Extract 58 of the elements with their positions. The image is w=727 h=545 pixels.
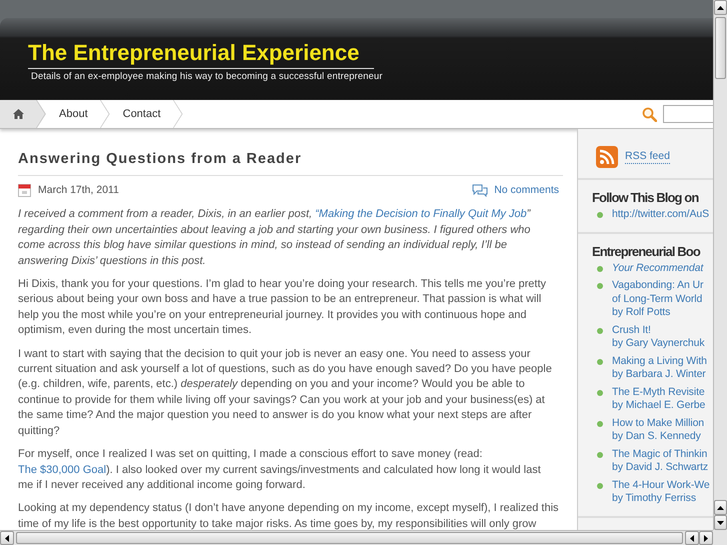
sidebar-link[interactable]: Vagabonding: An Ur of Long-Term World by Rolf Potts — [612, 279, 704, 320]
home-tab[interactable] — [0, 100, 46, 128]
comments-link[interactable]: No comments — [494, 183, 559, 198]
sidebar-link[interactable]: The Magic of Thinkin by David J. Schwartz — [612, 448, 708, 474]
bullet-icon — [597, 452, 603, 458]
bullet-icon — [597, 420, 603, 426]
bullet-icon — [597, 482, 603, 488]
right-triangle-icon — [704, 534, 708, 542]
chevron-divider-icon — [172, 100, 183, 128]
scroll-left-button[interactable] — [0, 531, 14, 545]
bullet-icon — [597, 358, 603, 364]
post-date: March 17th, 2011 — [38, 183, 119, 198]
scroll-left-button[interactable] — [685, 531, 699, 545]
scrollbar-thumb[interactable] — [16, 532, 683, 544]
sidebar-link[interactable]: http://twitter.com/AuS — [612, 208, 710, 222]
scroll-up-button[interactable] — [714, 0, 727, 15]
nav-tab[interactable]: About — [46, 100, 110, 128]
home-icon — [13, 109, 24, 119]
scroll-up-button[interactable] — [714, 500, 727, 515]
sidebar-link[interactable]: How to Make Million by Dan S. Kennedy — [612, 416, 704, 444]
search-field[interactable] — [663, 105, 713, 123]
post-paragraph: For myself, once I realized I was set on quitting, I made a conscious effort to save money (read: The $30,000 Goal). I also looked over my current savings/investments and calculated how long it would last me if I never received any additional income going forward. — [18, 447, 542, 493]
sidebar-link[interactable]: Crush It! by Gary Vaynerchuk — [612, 324, 705, 350]
left-triangle-icon — [5, 534, 9, 542]
rss-link[interactable]: RSS feed — [625, 150, 670, 164]
sidebar-link[interactable]: Your Recommendat — [612, 262, 704, 275]
up-triangle-icon — [717, 6, 724, 10]
bullet-icon — [597, 212, 603, 218]
post-link[interactable]: The $30,000 Goal — [18, 464, 106, 476]
blog-title[interactable]: The Entrepreneurial Experience — [28, 40, 374, 69]
post-paragraph: Hi Dixis, thank you for your questions. I’m glad to hear you’re doing your research. This tells me you’re pretty serious about being your own boss and have a true passion to be an entrepreneur. That passion is what will help you the most while you’re on your entrepreneurial journey. It provides you with continuous hope and optimism, even during the most uncertain times. — [18, 277, 548, 338]
chevron-divider-icon — [36, 100, 46, 128]
widget-title: Entrepreneurial Boo — [592, 244, 702, 258]
widget-title: Follow This Blog on — [592, 190, 700, 205]
scroll-right-button[interactable] — [699, 531, 713, 545]
speech-bubbles-icon — [472, 184, 488, 198]
post-link[interactable]: “Making the Decision to Finally Quit My Job — [315, 208, 527, 220]
up-triangle-icon — [717, 506, 724, 510]
bullet-icon — [597, 328, 603, 334]
chevron-divider-icon — [100, 100, 110, 128]
calendar-icon — [18, 184, 31, 198]
scroll-down-button[interactable] — [714, 515, 727, 530]
scrollbar-thumb[interactable] — [715, 17, 726, 79]
sidebar-link[interactable]: The 4-Hour Work-We by Timothy Ferriss — [612, 478, 710, 506]
bullet-icon — [597, 283, 603, 289]
bullet-icon — [597, 266, 603, 272]
down-triangle-icon — [717, 520, 724, 524]
blog-tagline: Details of an ex-employee making his way to becoming a successful entrepreneur — [31, 71, 384, 82]
post-paragraph: I want to start with saying that the decision to quit your job is never an easy one. You need to assess your current situation and ask yourself a lot of questions, such as do you have enough saved? Do you have people (e.g. children, wife, parents, etc.) desperately depending on you and your income? Would you be able to continue to provide for them while living off your savings? Can you work at your job and your business(es) at the same time? And the major question you need to answer is do you know what your next steps are after quitting? — [18, 346, 553, 439]
post-paragraph: I received a comment from a reader, Dixis, in an earlier post, “Making the Decision to Finally Quit My Job” regarding their own uncertainties about leaving a job and starting your own business. I figured others who come across this blog have similar questions in mind, so instead of sending an individual reply, I’ll be answering Dixis’ questions in this post. — [18, 207, 532, 269]
left-triangle-icon — [690, 534, 694, 542]
post-paragraph: Looking at my dependency status (I don’t have anyone depending on my income, except myself), I realized this time of my life is the best opportunity to take major risks. As time goes by, my responsibilities will only grow — [18, 501, 559, 530]
sidebar-link[interactable]: The E-Myth Revisite by Michael E. Gerbe — [612, 386, 706, 412]
bullet-icon — [597, 390, 603, 396]
nav-tab[interactable]: Contact — [110, 100, 183, 128]
post-title[interactable]: Answering Questions from a Reader — [18, 151, 563, 176]
sidebar-link[interactable]: Making a Living With by Barbara J. Winter — [612, 354, 707, 382]
rss-icon[interactable] — [596, 146, 618, 168]
